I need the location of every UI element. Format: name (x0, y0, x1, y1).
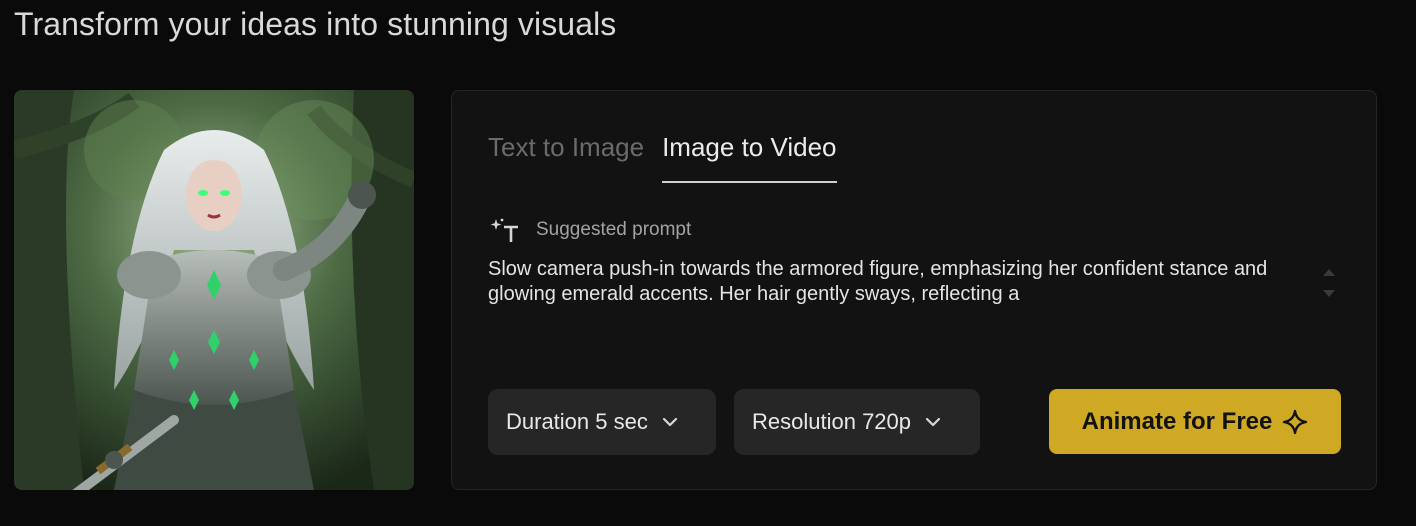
tab-text-to-image[interactable]: Text to Image (488, 121, 644, 183)
animate-button[interactable]: Animate for Free (1049, 389, 1341, 454)
warrior-illustration (14, 90, 414, 490)
resolution-label: Resolution 720p (752, 409, 912, 434)
prompt-scrollbar[interactable] (1322, 265, 1336, 301)
sparkle-text-icon (490, 218, 518, 242)
sparkle-icon (1283, 409, 1308, 434)
suggested-prompt-label: Suggested prompt (536, 219, 692, 240)
resolution-select[interactable]: Resolution 720p (734, 389, 980, 455)
tab-image-to-video[interactable]: Image to Video (662, 121, 837, 183)
preview-image (14, 90, 414, 490)
duration-label: Duration 5 sec (506, 409, 648, 434)
suggested-prompt-header: Suggested prompt (490, 217, 691, 243)
mode-tabs: Text to Image Image to Video (488, 121, 837, 183)
chevron-down-icon (925, 417, 941, 427)
duration-select[interactable]: Duration 5 sec (488, 389, 716, 455)
prompt-textarea[interactable]: Slow camera push-in towards the armored … (488, 257, 1318, 309)
page-title: Transform your ideas into stunning visua… (14, 6, 617, 42)
generator-panel: Text to Image Image to Video Suggested p… (451, 90, 1377, 490)
animate-label: Animate for Free (1081, 407, 1273, 435)
chevron-down-icon (662, 417, 677, 427)
